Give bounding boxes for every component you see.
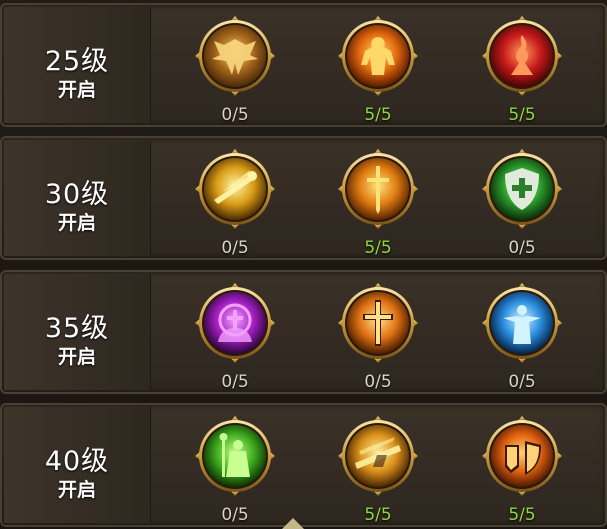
green-shield-icon[interactable] <box>481 148 563 230</box>
tier-status-label: 开启 <box>57 346 96 368</box>
winged-angel-icon[interactable] <box>194 15 276 97</box>
tier-row: 30级 开启 0/5 5/5 0/5 <box>0 136 607 260</box>
skill-progress-label: 0/5 <box>508 372 536 392</box>
holy-cross-icon[interactable] <box>337 282 419 364</box>
skill-progress-label: 5/5 <box>508 105 536 125</box>
skill-progress-label: 5/5 <box>508 505 536 525</box>
tier-status-label: 开启 <box>57 212 96 234</box>
talent-panel: 40级 开启 0/5 5/5 5/5 35级 开启 0/5 0/5 0/5 30级 开启 0/5 5/5 0… <box>0 0 607 529</box>
fire-warrior-icon[interactable] <box>337 15 419 97</box>
green-staff-icon[interactable] <box>194 415 276 497</box>
tier-level-box: 30级 开启 <box>4 140 151 256</box>
skill-progress-label: 0/5 <box>221 238 249 258</box>
tier-level-label: 25级 <box>44 46 110 77</box>
tier-row: 40级 开启 0/5 5/5 5/5 <box>0 403 607 527</box>
tier-level-label: 35级 <box>44 313 110 344</box>
tier-status-label: 开启 <box>57 479 96 501</box>
skill-progress-label: 5/5 <box>364 505 392 525</box>
tier-level-label: 40级 <box>44 446 110 477</box>
golden-beam-icon[interactable] <box>194 148 276 230</box>
tier-level-label: 30级 <box>44 179 110 210</box>
purple-mind-icon[interactable] <box>194 282 276 364</box>
tier-row: 35级 开启 0/5 0/5 0/5 <box>0 270 607 394</box>
scroll-down-arrow-icon[interactable] <box>282 518 304 529</box>
skill-progress-label: 0/5 <box>221 372 249 392</box>
golden-strike-icon[interactable] <box>337 415 419 497</box>
tier-status-label: 开启 <box>57 79 96 101</box>
skill-progress-label: 0/5 <box>221 105 249 125</box>
tier-row: 25级 开启 0/5 5/5 5/5 <box>0 3 607 127</box>
skill-progress-label: 0/5 <box>364 372 392 392</box>
skill-progress-label: 0/5 <box>221 505 249 525</box>
blue-priest-icon[interactable] <box>481 282 563 364</box>
holy-sword-icon[interactable] <box>337 148 419 230</box>
skill-progress-label: 5/5 <box>364 238 392 258</box>
tier-level-box: 35级 开启 <box>4 274 151 390</box>
fire-shield-icon[interactable] <box>481 415 563 497</box>
tier-level-box: 25级 开启 <box>4 7 151 123</box>
flame-figure-icon[interactable] <box>481 15 563 97</box>
tier-level-box: 40级 开启 <box>4 407 151 523</box>
skill-progress-label: 0/5 <box>508 238 536 258</box>
skill-progress-label: 5/5 <box>364 105 392 125</box>
